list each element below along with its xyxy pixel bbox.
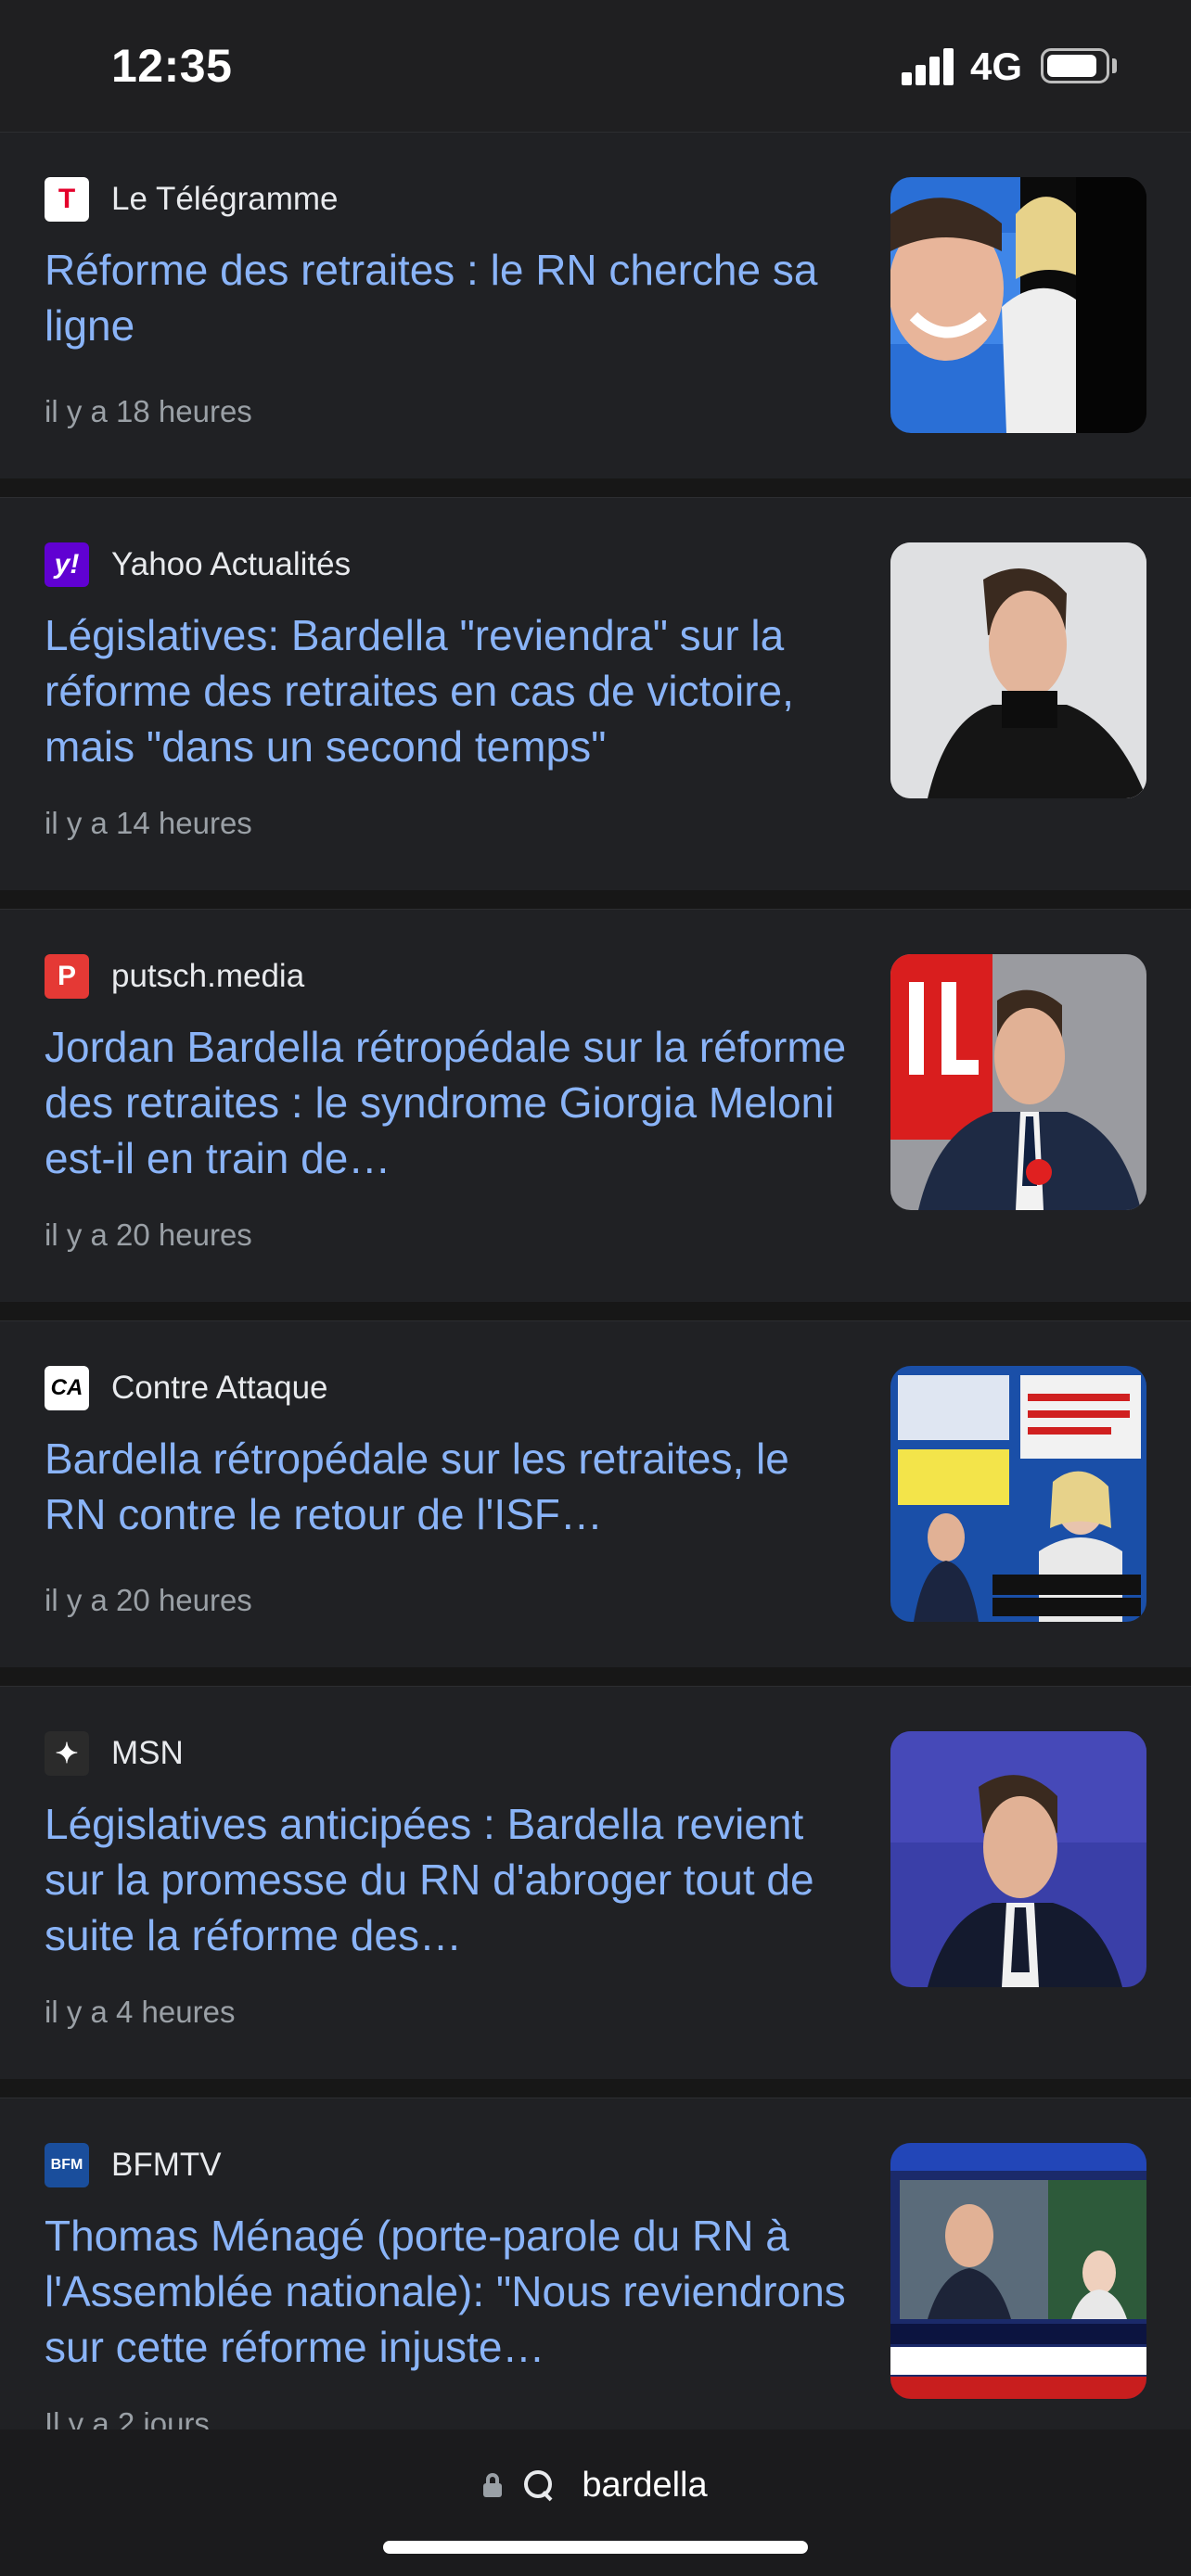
card-separator [0,890,1191,909]
published-time: il y a 14 heures [45,806,252,840]
battery-level [1047,55,1096,77]
source-logo-icon: ✦ [45,1731,89,1776]
news-card[interactable]: P putsch.media Jordan Bardella rétropéda… [0,909,1191,1302]
network-type: 4G [970,45,1023,88]
cellular-signal-icon [902,48,955,85]
article-thumbnail[interactable] [890,177,1146,433]
source-logo-icon: BFM [45,2143,89,2187]
news-card[interactable]: ✦ MSN Législatives anticipées : Bardella… [0,1686,1191,2079]
home-indicator[interactable] [383,2541,808,2554]
published-time: il y a 20 heures [45,1583,252,1617]
published-time: il y a 4 heures [45,1995,236,2029]
headline-link[interactable]: Législatives anticipées : Bardella revie… [45,1796,852,1963]
article-thumbnail[interactable] [890,1366,1146,1622]
source-name: BFMTV [111,2147,222,2183]
source-logo-icon: P [45,954,89,999]
battery-cap [1112,58,1117,73]
headline-link[interactable]: Thomas Ménagé (porte-parole du RN à l'As… [45,2208,852,2375]
article-thumbnail[interactable] [890,2143,1146,2399]
source-name: MSN [111,1735,184,1771]
bottom-toolbar: bardella [0,2429,1191,2576]
status-time: 12:35 [111,40,233,92]
headline-link[interactable]: Réforme des retraites : le RN cherche sa… [45,242,852,353]
source-name: putsch.media [111,958,305,994]
article-thumbnail[interactable] [890,954,1146,1210]
card-separator [0,1302,1191,1320]
source-row: ✦ MSN [45,1731,184,1776]
source-name: Yahoo Actualités [111,546,352,582]
headline-link[interactable]: Législatives: Bardella "reviendra" sur l… [45,607,852,774]
source-row: T Le Télégramme [45,177,338,222]
search-icon [524,2470,554,2500]
headline-link[interactable]: Jordan Bardella rétropédale sur la réfor… [45,1019,852,1186]
source-logo-icon: y! [45,542,89,587]
published-time: il y a 20 heures [45,1218,252,1252]
news-card[interactable]: CA Contre Attaque Bardella rétropédale s… [0,1320,1191,1667]
source-logo-icon: CA [45,1366,89,1410]
battery-icon [1041,48,1109,83]
source-name: Contre Attaque [111,1370,328,1406]
news-card[interactable]: y! Yahoo Actualités Législatives: Bardel… [0,497,1191,890]
published-time: Il y a 2 jours [45,2406,210,2429]
source-logo-icon: T [45,177,89,222]
lock-icon [483,2473,503,2497]
headline-link[interactable]: Bardella rétropédale sur les retraites, … [45,1431,852,1542]
article-thumbnail[interactable] [890,542,1146,798]
news-card[interactable]: T Le Télégramme Réforme des retraites : … [0,132,1191,478]
card-separator [0,2079,1191,2098]
article-thumbnail[interactable] [890,1731,1146,1987]
card-separator [0,1667,1191,1686]
address-text[interactable]: bardella [582,2466,707,2506]
news-card[interactable]: BFM BFMTV Thomas Ménagé (porte-parole du… [0,2098,1191,2429]
status-bar: 12:35 4G [0,0,1191,132]
address-bar[interactable]: bardella [0,2429,1191,2541]
card-separator [0,478,1191,497]
published-time: il y a 18 heures [45,394,252,428]
news-feed[interactable]: T Le Télégramme Réforme des retraites : … [0,132,1191,2429]
source-row: P putsch.media [45,954,304,999]
source-row: CA Contre Attaque [45,1366,328,1410]
source-row: BFM BFMTV [45,2143,222,2187]
source-name: Le Télégramme [111,181,339,217]
source-row: y! Yahoo Actualités [45,542,351,587]
